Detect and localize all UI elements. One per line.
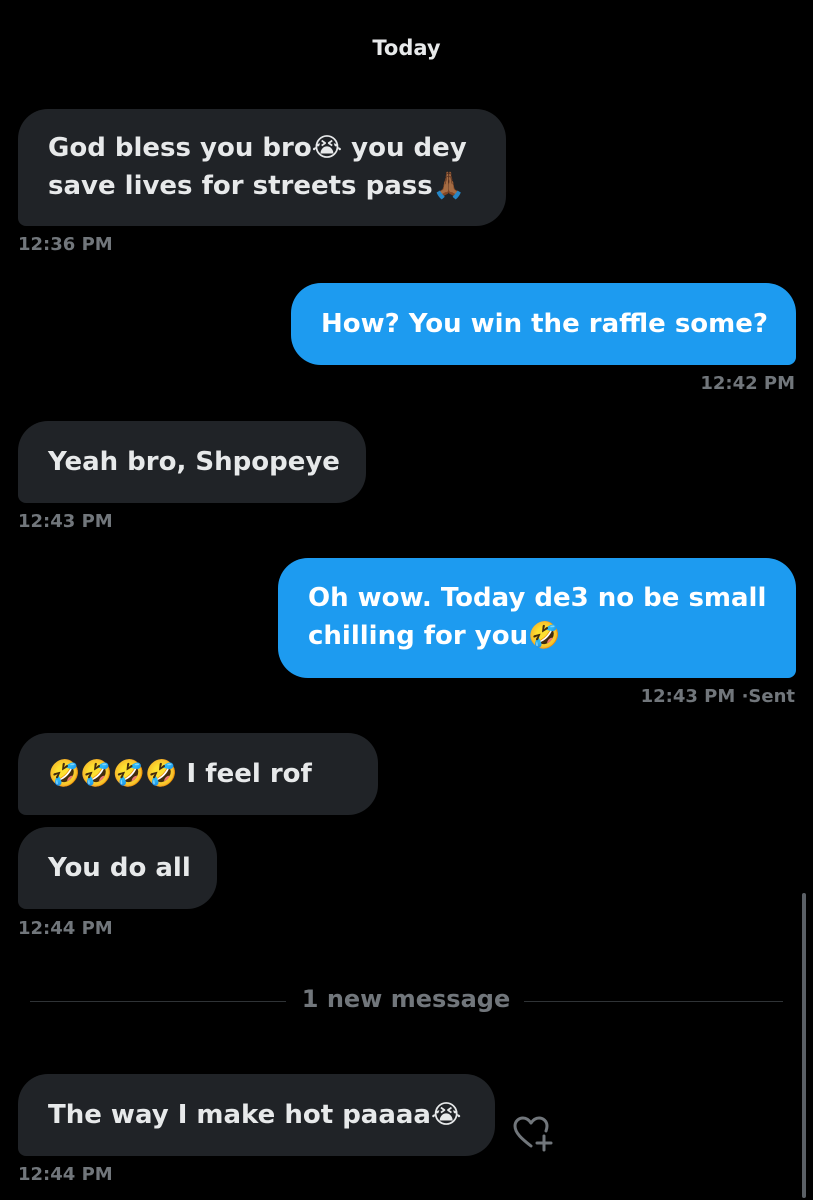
message-bubble-incoming[interactable]: Yeah bro, Shpopeye <box>18 421 366 503</box>
message-text: Yeah bro, Shpopeye <box>48 447 340 477</box>
message-text: You do all <box>48 853 191 883</box>
day-separator: Today <box>372 36 441 60</box>
message-meta: 12:43 PM ·Sent <box>641 686 795 707</box>
message-text: I feel rof <box>177 759 312 789</box>
message-bubble-outgoing[interactable]: How? You win the raffle some? <box>291 283 796 365</box>
message-text: The way I make hot paaaa <box>48 1100 431 1130</box>
message-bubble-incoming[interactable]: The way I make hot paaaa😭 <box>18 1074 495 1156</box>
sent-status: ·Sent <box>741 686 795 707</box>
message-text: Oh wow. Today de3 no be small <box>308 583 767 613</box>
message-timestamp: 12:44 PM <box>18 1164 113 1185</box>
message-timestamp: 12:36 PM <box>18 234 113 255</box>
rolling-laughing-emoji: 🤣 <box>528 621 561 651</box>
message-timestamp: 12:43 PM <box>640 686 736 707</box>
message-text: God bless you bro <box>48 133 312 163</box>
message-bubble-incoming[interactable]: You do all <box>18 827 217 909</box>
folded-hands-emoji: 🙏🏾 <box>432 171 466 201</box>
message-text: you dey <box>342 133 467 163</box>
divider-line-right <box>524 1001 783 1002</box>
message-timestamp: 12:44 PM <box>18 918 113 939</box>
scrollbar[interactable] <box>802 893 806 1198</box>
message-bubble-incoming[interactable]: God bless you bro😭 you dey save lives fo… <box>18 109 506 226</box>
divider-line-left <box>30 1001 286 1002</box>
message-text: How? You win the raffle some? <box>321 309 768 339</box>
message-bubble-outgoing[interactable]: Oh wow. Today de3 no be small chilling f… <box>278 558 796 678</box>
message-timestamp: 12:43 PM <box>18 511 113 532</box>
message-text: chilling for you <box>308 621 529 651</box>
rolling-laughing-emoji-group: 🤣🤣🤣🤣 <box>48 759 178 789</box>
message-text: save lives for streets pass <box>48 171 433 201</box>
dm-conversation: Today God bless you bro😭 you dey save li… <box>0 0 813 1200</box>
heart-plus-icon[interactable] <box>512 1113 554 1153</box>
loudly-crying-emoji: 😭 <box>311 133 343 163</box>
message-timestamp: 12:42 PM <box>700 373 795 394</box>
new-messages-divider: 1 new message <box>301 985 511 1013</box>
loudly-crying-emoji: 😭 <box>430 1100 462 1130</box>
message-bubble-incoming[interactable]: 🤣🤣🤣🤣 I feel rof <box>18 733 378 815</box>
